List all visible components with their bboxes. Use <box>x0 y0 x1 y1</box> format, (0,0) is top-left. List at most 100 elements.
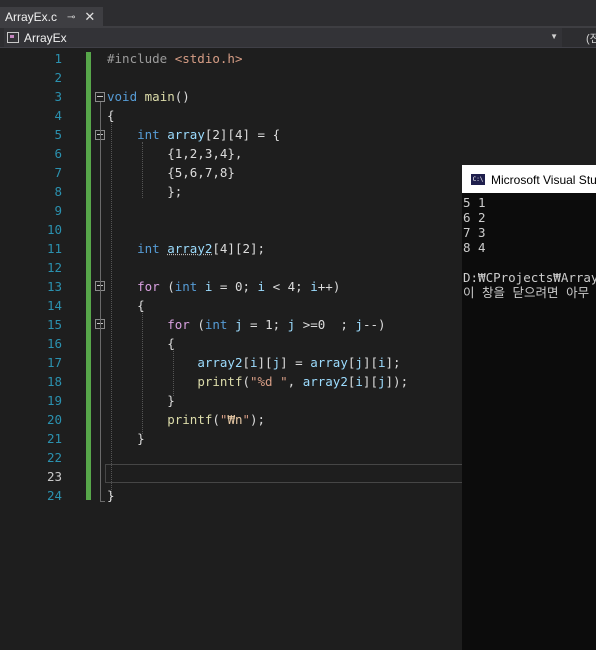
console-output: 5 16 27 38 4 D:₩CProjects₩ArrayEx₩Debug₩A… <box>463 195 596 300</box>
code-line[interactable]: 11 int array2[4][2]; <box>0 239 462 258</box>
code-token: [ <box>242 355 250 370</box>
code-token: <stdio.h> <box>174 51 243 66</box>
document-tab[interactable]: ArrayEx.c ⊸ ✕ <box>0 7 103 27</box>
code-token: j <box>355 317 363 332</box>
code-line[interactable]: 17 array2[i][j] = array[j][i]; <box>0 353 462 372</box>
line-number: 17 <box>46 355 62 370</box>
code-token: ₩n <box>227 412 243 427</box>
console-line: 6 2 <box>463 210 486 225</box>
code-line[interactable]: 3 void main() <box>0 87 462 106</box>
code-token: main <box>144 89 175 104</box>
code-token: j <box>377 374 386 389</box>
scope-dropdown-label[interactable]: (전 <box>586 30 596 46</box>
console-line: 8 4 <box>463 240 486 255</box>
console-line: 이 창을 닫으려면 아무 키나 누르세요... <box>463 285 590 300</box>
code-token: #include <box>107 51 175 66</box>
project-scope-dropdown[interactable]: ArrayEx ▼ <box>4 28 562 47</box>
code-token: ); <box>250 412 266 427</box>
code-line[interactable]: 15 for (int j = 1; j >=0 ; j--) <box>0 315 462 334</box>
close-icon[interactable]: ✕ <box>84 9 95 25</box>
code-text: { <box>107 296 145 315</box>
project-name: ArrayEx <box>24 30 67 45</box>
code-line[interactable]: 13 for (int i = 0; i < 4; i++) <box>0 277 462 296</box>
line-number: 14 <box>46 298 62 313</box>
code-line[interactable]: 22 <box>0 448 462 467</box>
code-token: array2 <box>197 355 243 370</box>
code-line[interactable]: 1 #include <stdio.h> <box>0 49 462 68</box>
code-line[interactable]: 23 <box>0 467 462 486</box>
pin-icon[interactable]: ⊸ <box>67 12 75 23</box>
line-number: 8 <box>54 184 62 199</box>
line-number: 16 <box>46 336 62 351</box>
code-line[interactable]: 20 printf("₩n"); <box>0 410 462 429</box>
debug-console-window[interactable]: C:\ Microsoft Visual Studio 디버그 콘솔 5 16 … <box>462 165 596 650</box>
code-token: int <box>137 241 160 256</box>
code-token: ( <box>159 279 175 294</box>
line-number: 10 <box>46 222 62 237</box>
code-line[interactable]: 18 printf("%d ", array2[i][j]); <box>0 372 462 391</box>
code-text: int array[2][4] = { <box>107 125 280 144</box>
code-token: int <box>137 127 160 142</box>
code-token: = 1; <box>242 317 288 332</box>
console-line: 7 3 <box>463 225 486 240</box>
code-line[interactable]: 12 <box>0 258 462 277</box>
document-tab-bar: ArrayEx.c ⊸ ✕ <box>0 0 596 28</box>
code-token: ( <box>212 412 220 427</box>
code-token: int <box>174 279 198 294</box>
code-token: i <box>378 355 386 370</box>
code-token: int <box>204 317 228 332</box>
code-token: printf <box>197 374 243 389</box>
code-token: ][ <box>362 374 378 389</box>
code-token: [4][2]; <box>212 241 266 256</box>
code-line[interactable]: 4{ <box>0 106 462 125</box>
code-token: array <box>167 127 205 142</box>
line-number: 1 <box>54 51 62 66</box>
code-text: printf("₩n"); <box>107 410 265 429</box>
code-text: int array2[4][2]; <box>107 239 265 258</box>
code-token: < 4; <box>265 279 311 294</box>
code-token: >=0 ; <box>295 317 356 332</box>
code-token: for <box>167 317 190 332</box>
code-token: }; <box>107 184 183 199</box>
code-text: } <box>107 486 115 505</box>
navigation-bar: ArrayEx ▼ (전 <box>0 28 596 48</box>
code-line[interactable]: 9 <box>0 201 462 220</box>
code-text: {5,6,7,8} <box>107 163 235 182</box>
code-line[interactable]: 7 {5,6,7,8} <box>0 163 462 182</box>
code-line[interactable]: 24} <box>0 486 462 505</box>
code-text: printf("%d ", array2[i][j]); <box>107 372 408 391</box>
code-line[interactable]: 5 int array[2][4] = { <box>0 125 462 144</box>
code-token: { <box>107 336 175 351</box>
code-line[interactable]: 2 <box>0 68 462 87</box>
code-token: } <box>107 393 175 408</box>
code-token: ]); <box>385 374 409 389</box>
tab-title: ArrayEx.c <box>5 10 58 24</box>
console-line: D:₩CProjects₩ArrayEx₩Debug₩ArrayEx.exe <box>463 270 596 285</box>
code-line[interactable]: 19 } <box>0 391 462 410</box>
code-line[interactable]: 16 { <box>0 334 462 353</box>
code-line[interactable]: 8 }; <box>0 182 462 201</box>
code-line[interactable]: 14 { <box>0 296 462 315</box>
code-token: { <box>107 298 145 313</box>
code-token: = 0; <box>212 279 258 294</box>
code-line[interactable]: 10 <box>0 220 462 239</box>
chevron-down-icon[interactable]: ▼ <box>550 32 558 41</box>
code-line[interactable]: 21 } <box>0 429 462 448</box>
code-token: { <box>107 108 115 123</box>
code-token: ][ <box>362 355 378 370</box>
line-number: 9 <box>54 203 62 218</box>
code-token: j <box>355 355 363 370</box>
code-line[interactable]: 6 {1,2,3,4}, <box>0 144 462 163</box>
code-token: array2 <box>167 241 213 256</box>
line-number: 13 <box>46 279 62 294</box>
console-title-bar[interactable]: C:\ Microsoft Visual Studio 디버그 콘솔 <box>462 165 596 193</box>
line-number: 24 <box>46 488 62 503</box>
